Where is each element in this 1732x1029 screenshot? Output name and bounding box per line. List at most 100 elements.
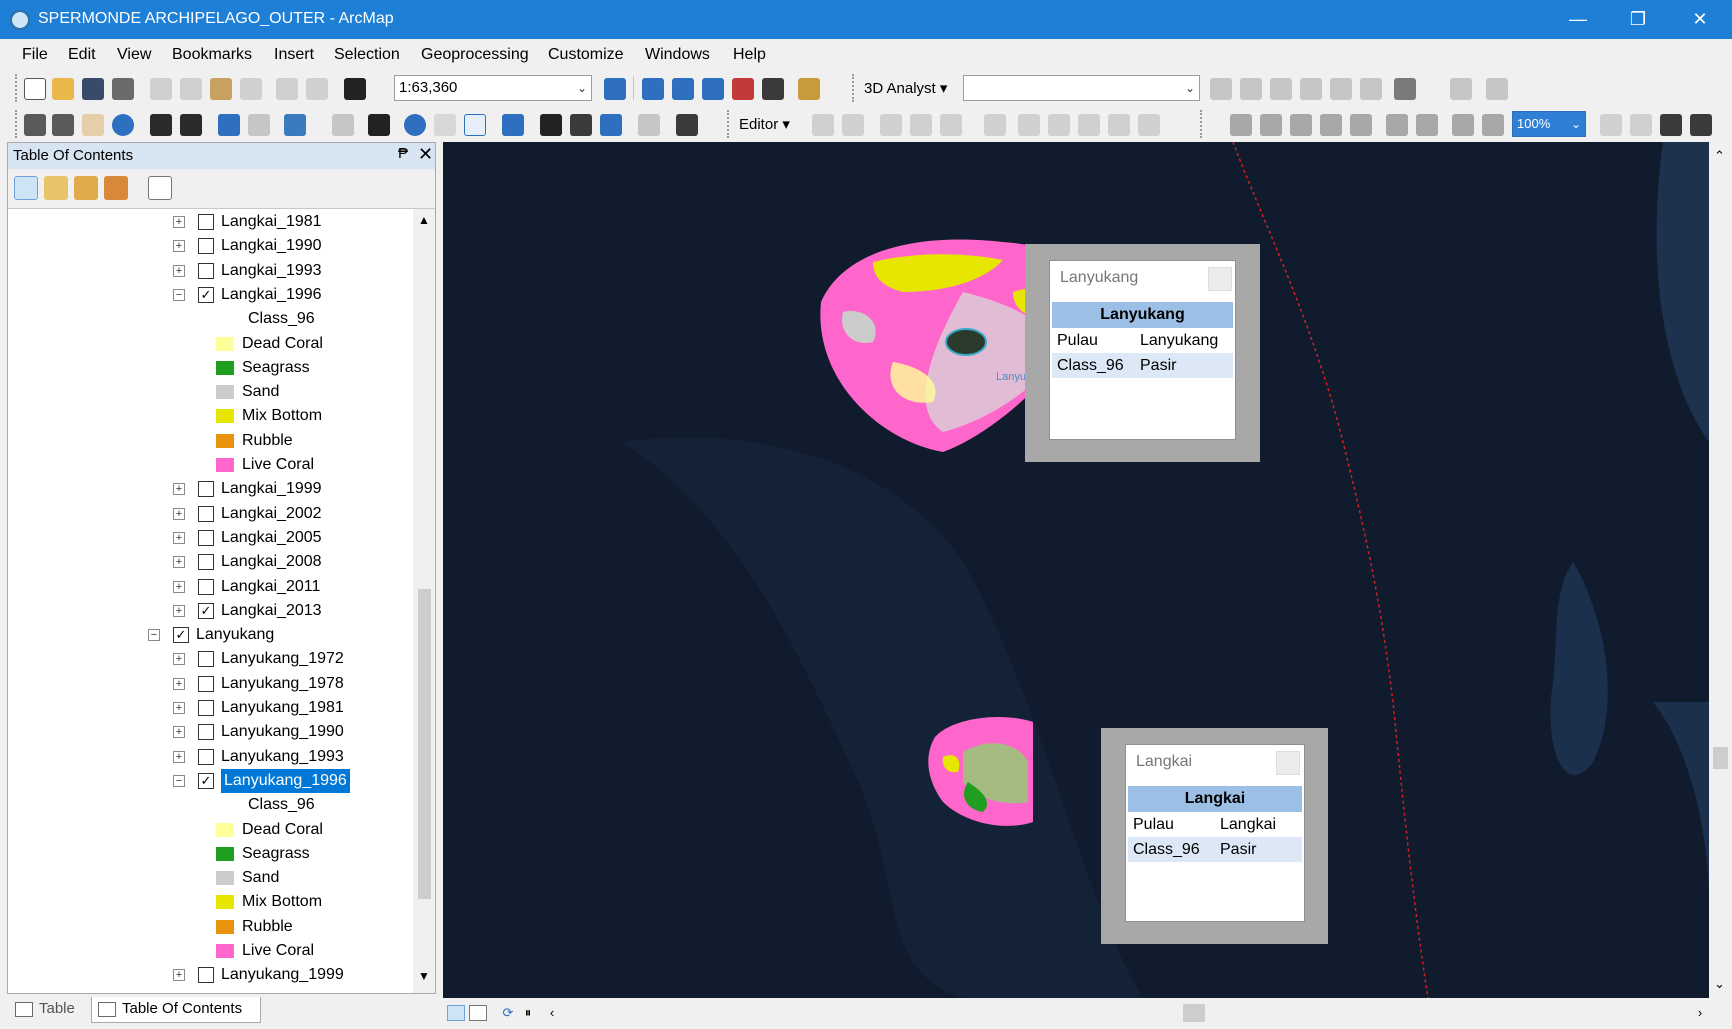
layer-item[interactable]: − ✓ Lanyukang [8,623,408,647]
layer-item[interactable]: + Langkai_1993 [8,259,408,283]
layer-visibility-checkbox[interactable] [198,724,214,740]
point-icon[interactable] [984,114,1006,136]
rotate-icon[interactable] [1138,114,1160,136]
toolbar-grip[interactable] [1200,110,1205,138]
layout-view-icon[interactable] [469,1005,487,1021]
search-window-icon[interactable] [702,78,724,100]
layer-visibility-checkbox[interactable] [198,214,214,230]
edit-vertices-icon[interactable] [1018,114,1040,136]
collapse-icon[interactable]: − [173,289,185,301]
interpolate-polygon-icon[interactable] [1360,78,1382,100]
python-window-icon[interactable] [762,78,784,100]
pause-drawing-icon[interactable]: ⏸ [519,1005,537,1021]
popup-close-icon[interactable] [1208,267,1232,291]
menu-file[interactable]: File [22,46,48,64]
options-icon[interactable] [148,176,172,200]
select-elements-icon[interactable] [368,114,390,136]
layout-pan-icon[interactable] [1290,114,1312,136]
layer-visibility-checkbox[interactable] [198,700,214,716]
toolbar-grip[interactable] [727,110,732,138]
toolbar-grip[interactable] [852,74,857,102]
arcscene-icon[interactable] [1450,78,1472,100]
identify-icon[interactable] [404,114,426,136]
fixed-zoom-in-layout-icon[interactable] [1386,114,1408,136]
layer-visibility-checkbox[interactable] [198,651,214,667]
forward-extent-icon[interactable] [248,114,270,136]
end-point-arc-icon[interactable] [910,114,932,136]
cut-icon[interactable] [150,78,172,100]
editor-dropdown[interactable]: Editor ▾ [739,115,790,133]
list-by-selection-icon[interactable] [104,176,128,200]
layer-item[interactable]: + Langkai_2005 [8,526,408,550]
layout-zoom-in-icon[interactable] [1230,114,1252,136]
layer-tree[interactable]: + Langkai_1981 + Langkai_1990 + Langkai_1993 −… [8,209,413,993]
3d-analyst-layer-combo[interactable]: ⌄ [963,75,1200,101]
expand-icon[interactable]: + [173,969,185,981]
tab-table-of-contents[interactable]: Table Of Contents [91,997,261,1023]
layer-visibility-checkbox[interactable] [198,238,214,254]
next-extent-layout-icon[interactable] [1482,114,1504,136]
expand-icon[interactable]: + [173,556,185,568]
layer-item[interactable]: + Lanyukang_1972 [8,647,408,671]
full-extent-icon[interactable] [112,114,134,136]
pan-icon[interactable] [82,114,104,136]
expand-icon[interactable]: + [173,702,185,714]
layer-visibility-checkbox[interactable] [198,967,214,983]
layer-item[interactable]: + Langkai_2002 [8,502,408,526]
print-icon[interactable] [112,78,134,100]
profile-graph-icon[interactable] [1394,78,1416,100]
expand-icon[interactable]: + [173,532,185,544]
menu-bookmarks[interactable]: Bookmarks [172,46,252,64]
list-by-visibility-icon[interactable] [74,176,98,200]
zoom-100-icon[interactable] [1350,114,1372,136]
layer-visibility-checkbox[interactable]: ✓ [173,627,189,643]
trace-icon[interactable] [940,114,962,136]
toolbar-grip[interactable] [15,110,20,138]
hyperlink-icon[interactable] [434,114,456,136]
scroll-down-icon[interactable]: ⌄ [1714,976,1725,992]
layer-item[interactable]: + Lanyukang_1990 [8,720,408,744]
open-icon[interactable] [52,78,74,100]
layer-item[interactable]: + Langkai_1981 [8,210,408,234]
layer-item[interactable]: + Langkai_2008 [8,550,408,574]
arcglobe-icon[interactable] [1486,78,1508,100]
expand-icon[interactable]: + [173,605,185,617]
menu-help[interactable]: Help [733,46,766,64]
new-document-icon[interactable] [24,78,46,100]
menu-windows[interactable]: Windows [645,46,710,64]
scroll-left-icon[interactable]: ‹ [543,1005,561,1021]
data-view-icon[interactable] [447,1005,465,1021]
expand-icon[interactable]: + [173,483,185,495]
expand-icon[interactable]: + [173,751,185,763]
layout-zoom-out-icon[interactable] [1260,114,1282,136]
expand-icon[interactable]: + [173,508,185,520]
close-icon[interactable]: ✕ [418,144,433,165]
refresh-icon[interactable]: ⟳ [499,1005,517,1021]
scroll-up-icon[interactable]: ⌃ [1714,148,1725,164]
minimize-button[interactable]: — [1548,0,1608,39]
toolbar-grip[interactable] [15,74,20,102]
reshape-icon[interactable] [1048,114,1070,136]
paste-icon[interactable] [210,78,232,100]
undo-icon[interactable] [276,78,298,100]
zoom-whole-page-icon[interactable] [1320,114,1342,136]
scroll-thumb[interactable] [418,589,431,899]
map-scale-combo[interactable]: 1:63,360 ⌄ [394,75,592,101]
data-driven-pages-icon[interactable] [1690,114,1712,136]
layer-item[interactable]: + Langkai_1990 [8,234,408,258]
viewer-window-icon[interactable] [676,114,698,136]
menu-customize[interactable]: Customize [548,46,624,64]
expand-icon[interactable]: + [173,653,185,665]
3d-analyst-dropdown[interactable]: 3D Analyst ▾ [864,79,947,97]
layer-item[interactable]: − ✓ Lanyukang_1996 [8,769,408,793]
layer-item[interactable]: + Langkai_2011 [8,575,408,599]
catalog-icon[interactable] [672,78,694,100]
layer-visibility-checkbox[interactable] [198,506,214,522]
layer-visibility-checkbox[interactable]: ✓ [198,603,214,619]
go-to-xy-icon[interactable] [600,114,622,136]
layer-item[interactable]: + Lanyukang_1993 [8,745,408,769]
redo-icon[interactable] [306,78,328,100]
layer-visibility-checkbox[interactable] [198,579,214,595]
focus-data-frame-icon[interactable] [1630,114,1652,136]
expand-icon[interactable]: + [173,265,185,277]
